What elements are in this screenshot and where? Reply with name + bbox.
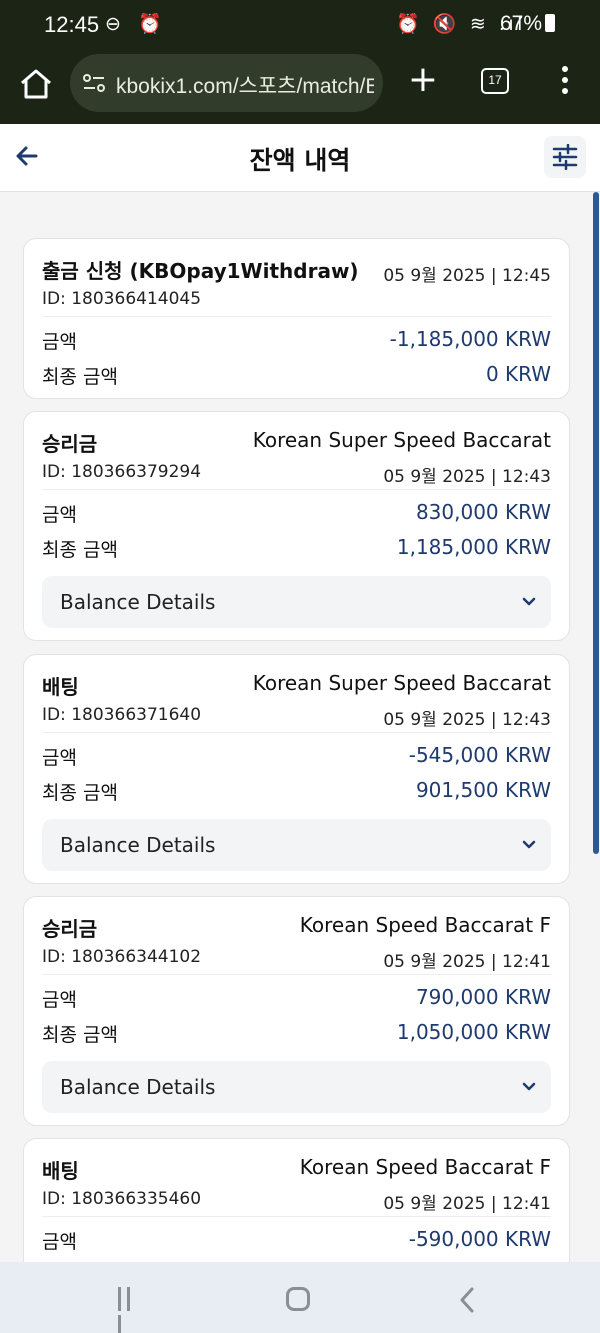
transaction-type: 승리금 (42, 432, 98, 456)
final-amount-label: 최종 금액 (42, 539, 118, 561)
game-name: Korean Super Speed Baccarat (252, 428, 551, 452)
final-amount-value: 0 KRW (485, 362, 551, 386)
divider (42, 732, 551, 733)
battery-indicator: 67% (500, 12, 556, 36)
battery-percent: 67% (500, 12, 543, 35)
game-name: Korean Super Speed Baccarat (252, 671, 551, 695)
chevron-down-icon (522, 597, 536, 606)
transaction-card: 출금 신청 (KBOpay1Withdraw) 05 9월 2025 | 12:… (23, 238, 570, 399)
battery-icon (545, 14, 556, 32)
back-nav-button[interactable] (456, 1286, 478, 1314)
back-chevron-icon (460, 1287, 474, 1313)
status-time: 12:45 (44, 12, 100, 37)
amount-value: -590,000 KRW (408, 1227, 551, 1251)
balance-details-toggle[interactable]: Balance Details (42, 576, 551, 628)
scrollbar[interactable] (593, 192, 599, 854)
address-bar[interactable]: kbokix1.com/스포츠/match/E (70, 54, 383, 112)
chevron-down-icon (522, 1082, 536, 1091)
divider (42, 489, 551, 490)
new-tab-button[interactable]: + (405, 62, 441, 98)
tab-count: 17 (488, 73, 502, 87)
divider (42, 316, 551, 317)
more-vert-icon (562, 66, 568, 72)
balance-details-toggle[interactable]: Balance Details (42, 1061, 551, 1113)
transaction-datetime: 05 9월 2025 | 12:41 (383, 1194, 551, 1214)
url-text: kbokix1.com/스포츠/match/E (116, 75, 374, 98)
amount-label: 금액 (42, 989, 77, 1011)
chevron-down-icon (522, 840, 536, 849)
amount-value: -1,185,000 KRW (389, 327, 551, 351)
amount-value: -545,000 KRW (408, 743, 551, 767)
game-name: Korean Speed Baccarat F (299, 913, 551, 937)
transaction-datetime: 05 9월 2025 | 12:43 (383, 467, 551, 487)
browser-menu-button[interactable] (556, 66, 574, 96)
transaction-datetime: 05 9월 2025 | 12:45 (383, 266, 551, 286)
amount-value: 790,000 KRW (415, 985, 551, 1009)
system-nav-bar (0, 1262, 600, 1333)
final-amount-value: 1,050,000 KRW (396, 1020, 551, 1044)
amount-label: 금액 (42, 331, 77, 353)
page-title: 잔액 내역 (249, 146, 351, 175)
final-amount-value: 901,500 KRW (415, 778, 551, 802)
page-header: 잔액 내역 (0, 124, 600, 192)
transaction-id: ID: 180366344102 (42, 947, 202, 967)
plus-icon: + (407, 59, 439, 100)
site-settings-icon[interactable] (82, 72, 106, 94)
transaction-card: 승리금 Korean Speed Baccarat F ID: 18036634… (23, 896, 570, 1126)
final-amount-label: 최종 금액 (42, 1024, 118, 1046)
final-amount-label: 최종 금액 (42, 366, 118, 388)
amount-label: 금액 (42, 1231, 77, 1253)
status-left-icons: ⊖ ⏰ (105, 14, 168, 35)
final-amount-value: 1,185,000 KRW (396, 535, 551, 559)
balance-details-toggle[interactable]: Balance Details (42, 819, 551, 871)
balance-details-label: Balance Details (60, 833, 216, 857)
transaction-list[interactable]: 출금 신청 (KBOpay1Withdraw) 05 9월 2025 | 12:… (0, 192, 600, 1262)
amount-value: 830,000 KRW (415, 500, 551, 524)
home-button[interactable] (18, 66, 54, 102)
transaction-type: 승리금 (42, 917, 98, 941)
transaction-id: ID: 180366371640 (42, 705, 202, 725)
final-amount-label: 최종 금액 (42, 782, 118, 804)
transaction-datetime: 05 9월 2025 | 12:43 (383, 710, 551, 730)
transaction-card: 승리금 Korean Super Speed Baccarat ID: 1803… (23, 411, 570, 641)
transaction-id: ID: 180366379294 (42, 462, 202, 482)
sliders-icon (552, 144, 578, 170)
balance-details-label: Balance Details (60, 1075, 216, 1099)
amount-label: 금액 (42, 504, 77, 526)
amount-label: 금액 (42, 747, 77, 769)
transaction-card: 배팅 Korean Speed Baccarat F ID: 180366335… (23, 1138, 570, 1262)
transaction-id: ID: 180366414045 (42, 289, 202, 309)
filter-button[interactable] (544, 136, 586, 178)
home-nav-button[interactable] (286, 1287, 310, 1311)
game-name: Korean Speed Baccarat F (299, 1155, 551, 1179)
home-icon (21, 69, 51, 99)
browser-toolbar: kbokix1.com/스포츠/match/E + 17 (0, 52, 600, 124)
transaction-datetime: 05 9월 2025 | 12:41 (383, 952, 551, 972)
transaction-type: 출금 신청 (KBOpay1Withdraw) (42, 259, 359, 283)
transaction-card: 배팅 Korean Super Speed Baccarat ID: 18036… (23, 654, 570, 884)
recent-apps-button[interactable] (118, 1287, 144, 1333)
tab-switcher-button[interactable]: 17 (481, 68, 509, 94)
divider (42, 974, 551, 975)
transaction-id: ID: 180366335460 (42, 1189, 202, 1209)
status-bar: 12:45 ⊖ ⏰ ⏰ 🔇 ≋ .ıl 67% (0, 0, 600, 52)
recents-icon (118, 1287, 121, 1311)
transaction-type: 배팅 (42, 1159, 79, 1183)
balance-details-label: Balance Details (60, 590, 216, 614)
transaction-type: 배팅 (42, 675, 79, 699)
divider (42, 1216, 551, 1217)
